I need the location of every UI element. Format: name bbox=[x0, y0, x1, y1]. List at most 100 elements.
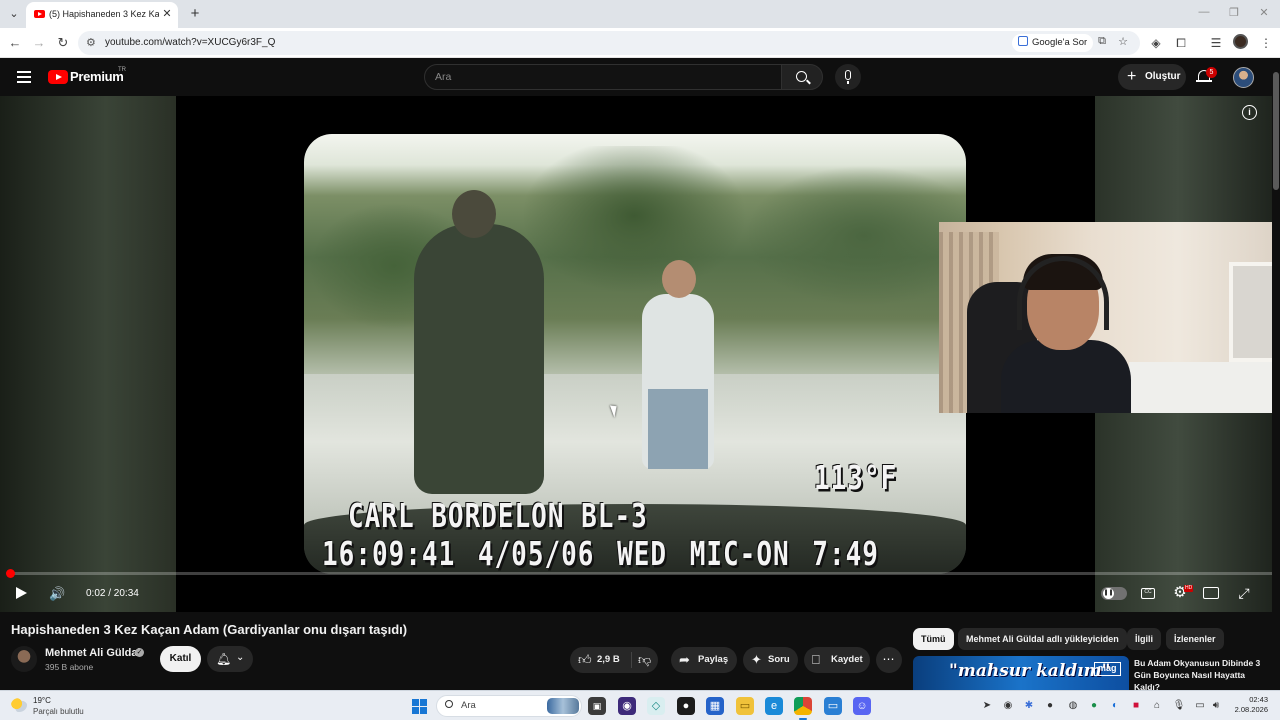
tray-usb-icon[interactable]: ⌂ bbox=[1150, 699, 1164, 713]
app-diamond-icon[interactable]: ◇ bbox=[647, 697, 665, 715]
youtube-brand-label[interactable]: Premium bbox=[70, 69, 124, 84]
dislike-icon[interactable]: 👎︎ bbox=[638, 647, 651, 673]
more-actions-icon[interactable]: ⋯ bbox=[876, 647, 902, 673]
account-avatar[interactable] bbox=[1233, 67, 1254, 88]
search-icon bbox=[796, 71, 807, 82]
weather-temperature[interactable]: 19°C bbox=[33, 696, 51, 705]
bookmark-star-icon[interactable]: ☆ bbox=[1115, 35, 1131, 48]
tray-green-icon[interactable]: ● bbox=[1087, 699, 1101, 713]
tray-steam-icon[interactable]: ◐ bbox=[1108, 699, 1122, 713]
address-bar[interactable]: ⚙ youtube.com/watch?v=XUCGy6r3F_Q Google… bbox=[78, 31, 1140, 55]
save-button[interactable]: ⎕ Kaydet bbox=[804, 647, 870, 673]
taskbar-search-placeholder: Ara bbox=[461, 700, 476, 711]
site-info-icon[interactable]: ⚙ bbox=[86, 36, 96, 49]
browser-menu-icon[interactable]: ⋮ bbox=[1257, 34, 1275, 52]
discord-icon[interactable]: ☺ bbox=[853, 697, 871, 715]
weather-description[interactable]: Parçalı bulutlu bbox=[33, 707, 84, 716]
reload-icon[interactable]: ↻ bbox=[54, 34, 72, 52]
window-close-button[interactable]: ✕ bbox=[1254, 6, 1274, 19]
browser-tab-strip: ⌄ (5) Hapishaneden 3 Kez Kaçan A ✕ + — ❐… bbox=[0, 0, 1280, 28]
chip-from-uploader[interactable]: Mehmet Ali Güldal adlı yükleyiciden bbox=[958, 628, 1127, 650]
info-icon[interactable]: i bbox=[1242, 105, 1257, 120]
chip-watched[interactable]: İzlenenler bbox=[1166, 628, 1224, 650]
search-placeholder: Ara bbox=[435, 71, 452, 83]
man-figure bbox=[642, 260, 714, 469]
tray-bluetooth-icon[interactable]: ✱ bbox=[1022, 699, 1036, 713]
tray-red-app-icon[interactable]: ■ bbox=[1129, 699, 1143, 713]
ask-google-button[interactable]: Google'a Sor bbox=[1012, 34, 1094, 52]
progress-bar[interactable] bbox=[6, 569, 1272, 578]
like-count[interactable]: 2,9 B bbox=[597, 647, 620, 673]
forward-arrow-icon[interactable]: → bbox=[30, 34, 48, 52]
windows-taskbar: 19°C Parçalı bulutlu Ara ▣ ◉ ◇ ● ▦ ▭ e ▭… bbox=[0, 690, 1280, 720]
github-icon[interactable]: ● bbox=[677, 697, 695, 715]
back-arrow-icon[interactable]: ← bbox=[6, 34, 24, 52]
browser-tab-active[interactable]: (5) Hapishaneden 3 Kez Kaçan A ✕ bbox=[26, 2, 178, 28]
video-title: Hapishaneden 3 Kez Kaçan Adam (Gardiyanl… bbox=[11, 622, 408, 637]
file-explorer-icon[interactable]: ▭ bbox=[736, 697, 754, 715]
install-app-icon[interactable]: ⧉ bbox=[1094, 35, 1110, 48]
recommendation-thumbnail[interactable]: "mahsur kaldım" mag bbox=[913, 656, 1129, 690]
app-circle-icon[interactable]: ◉ bbox=[618, 697, 636, 715]
create-button[interactable]: + Oluştur bbox=[1118, 64, 1186, 90]
extensions-puzzle-icon[interactable]: ⧠ bbox=[1172, 34, 1190, 52]
thumbnail-badge: mag bbox=[1094, 662, 1121, 676]
join-button[interactable]: Katıl bbox=[160, 646, 201, 672]
autoplay-toggle[interactable]: ❚❚ bbox=[1101, 587, 1127, 600]
voice-search-button[interactable] bbox=[835, 64, 861, 90]
progress-scrubber-handle[interactable] bbox=[6, 569, 16, 578]
search-input[interactable]: Ara bbox=[424, 64, 782, 90]
channel-avatar[interactable] bbox=[11, 646, 37, 672]
chip-related[interactable]: İlgili bbox=[1127, 628, 1161, 650]
hamburger-menu-icon[interactable] bbox=[17, 71, 31, 83]
video-overlay-unit: CARL BORDELON BL-3 bbox=[348, 498, 648, 536]
store-icon[interactable]: ▦ bbox=[706, 697, 724, 715]
new-tab-button[interactable]: + bbox=[186, 5, 204, 23]
scrollbar-thumb[interactable] bbox=[1273, 72, 1279, 190]
volume-icon[interactable]: 🔊 bbox=[49, 586, 65, 601]
share-button[interactable]: ➦ Paylaş bbox=[671, 647, 737, 673]
tray-app-icon[interactable]: ◉ bbox=[1001, 699, 1015, 713]
clock-time: 02:43 bbox=[1249, 695, 1268, 704]
theater-mode-icon[interactable] bbox=[1203, 587, 1219, 599]
search-button[interactable] bbox=[781, 64, 823, 90]
reading-list-icon[interactable]: ☰ bbox=[1207, 34, 1225, 52]
tray-network-icon[interactable]: ◍ bbox=[1066, 699, 1080, 713]
youtube-logo-icon[interactable] bbox=[48, 70, 68, 84]
partly-cloudy-icon[interactable] bbox=[11, 698, 27, 712]
tab-close-icon[interactable]: ✕ bbox=[160, 7, 174, 21]
tray-github-icon[interactable]: ● bbox=[1043, 699, 1057, 713]
subscriber-count: 395 B abone bbox=[45, 662, 94, 672]
windows-start-icon[interactable] bbox=[412, 699, 427, 714]
chip-all[interactable]: Tümü bbox=[913, 628, 954, 650]
tab-search-menu-icon[interactable]: ⌄ bbox=[6, 6, 22, 22]
tray-microphone-icon[interactable]: 🎙︎ bbox=[1172, 699, 1186, 713]
tray-volume-icon[interactable]: 🔊︎ bbox=[1209, 699, 1223, 713]
subscribe-bell-button[interactable]: 🔔︎ ⌄ bbox=[207, 646, 253, 672]
microphone-icon bbox=[845, 70, 851, 80]
remote-desktop-icon[interactable]: ▭ bbox=[824, 697, 842, 715]
like-icon[interactable]: 👍︎ bbox=[578, 647, 592, 673]
pause-icon: ❚❚ bbox=[1103, 588, 1114, 599]
ambient-glow-left bbox=[0, 96, 176, 612]
ask-button[interactable]: ✦ Soru bbox=[743, 647, 798, 673]
subtitles-icon[interactable]: CC bbox=[1141, 588, 1155, 599]
system-clock[interactable]: 02:43 2.08.2026 bbox=[1223, 695, 1268, 715]
task-view-icon[interactable]: ▣ bbox=[588, 697, 606, 715]
window-minimize-button[interactable]: — bbox=[1194, 6, 1214, 18]
like-divider bbox=[631, 652, 632, 668]
fullscreen-icon[interactable]: ⤢ bbox=[1236, 585, 1252, 601]
play-button[interactable] bbox=[16, 587, 27, 599]
taskbar-search-input[interactable]: Ara bbox=[436, 695, 582, 717]
recommendation-title[interactable]: Bu Adam Okyanusun Dibinde 3 Gün Boyunca … bbox=[1134, 657, 1270, 690]
channel-name[interactable]: Mehmet Ali Güldal bbox=[45, 647, 141, 659]
tray-cursor-icon[interactable]: ➤ bbox=[980, 699, 994, 713]
chrome-browser-icon[interactable] bbox=[794, 697, 812, 720]
window-restore-button[interactable]: ❐ bbox=[1224, 6, 1244, 19]
like-dislike-group: 👍︎ 2,9 B 👎︎ bbox=[570, 647, 658, 673]
tray-display-icon[interactable]: ▭ bbox=[1193, 699, 1207, 713]
edge-browser-icon[interactable]: e bbox=[765, 697, 783, 715]
page-scrollbar[interactable] bbox=[1272, 58, 1280, 690]
extension-icon[interactable]: ◈ bbox=[1147, 34, 1165, 52]
browser-profile-avatar[interactable] bbox=[1233, 34, 1248, 49]
